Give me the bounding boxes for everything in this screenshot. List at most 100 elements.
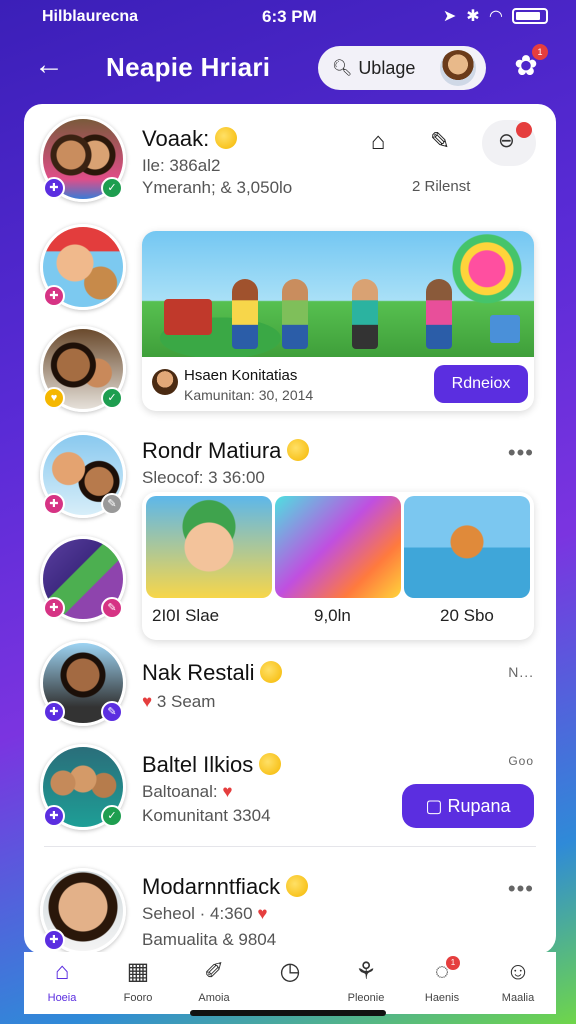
avatar: ✚ ✎: [40, 536, 126, 622]
avatar: ✚ ✎: [40, 432, 126, 518]
nav-home[interactable]: ⌂ Hoeia: [24, 952, 100, 1014]
avatar: ✚: [40, 224, 126, 310]
smiley-icon: [287, 439, 310, 461]
grid-icon: ▦: [126, 958, 150, 985]
item-name: Nak Restali: [142, 660, 255, 685]
more-options-icon[interactable]: •••: [508, 440, 534, 466]
nav-people[interactable]: ⚘ Pleonie: [328, 952, 404, 1014]
item-right-text: 2 Rilenst: [412, 178, 471, 195]
avatar: ♥ ✓: [40, 326, 126, 412]
avatar: ✚ ✓: [40, 116, 126, 202]
join-button[interactable]: ▢ Rupana: [402, 784, 534, 828]
badge-icon: ✚: [43, 929, 65, 951]
thumbnail-caption: 20 Sbo: [440, 606, 494, 625]
promo-figure: [352, 279, 378, 349]
promo-figure: [232, 279, 258, 349]
check-badge-icon: ✓: [101, 805, 123, 827]
nav-label: Hoeia: [47, 992, 77, 1004]
thumbnail-caption: 2I0I Slae: [152, 606, 220, 625]
smiley-icon: [215, 127, 238, 149]
nav-label: Amoia: [198, 992, 230, 1004]
promo-subtitle: Kamunitan: 30, 2014: [184, 387, 314, 403]
promo-avatar: [152, 369, 178, 395]
thumbnail-caption: 9,0ln: [314, 606, 351, 625]
settings-gear-icon[interactable]: ✿ 1: [508, 44, 548, 84]
avatar: ✚ ✓: [40, 744, 126, 830]
user-add-button[interactable]: ⊖: [482, 120, 536, 166]
graduation-cap-icon[interactable]: ✎: [420, 122, 460, 162]
heart-icon: ♥: [222, 782, 233, 801]
item-subtitle: Seheol · 4:360: [142, 904, 253, 923]
status-time: 6:3 PM: [262, 7, 317, 26]
more-options-icon[interactable]: •••: [508, 876, 534, 902]
nav-chat[interactable]: ◌ 1 Haenis: [404, 952, 480, 1014]
badge-icon: ✚: [43, 493, 65, 515]
more-options-text[interactable]: N...: [508, 664, 534, 680]
search-icon: 🔍︎: [332, 60, 353, 77]
bluetooth-icon: ✱: [466, 8, 480, 25]
status-icons: ➤ ✱ ◠: [443, 6, 548, 26]
smiley-icon: [260, 661, 283, 683]
search-pill[interactable]: 🔍︎ Ublage: [318, 46, 486, 90]
nav-clock[interactable]: ◷: [252, 952, 328, 1014]
notification-dot: 1: [446, 956, 460, 970]
nav-feed[interactable]: ▦ Fooro: [100, 952, 176, 1014]
search-text: Ublage: [358, 57, 416, 78]
wifi-icon: ◠: [489, 8, 502, 25]
badge-icon: ✚: [43, 177, 65, 199]
promo-card[interactable]: Hsaen Konitatias Kamunitan: 30, 2014 Rdn…: [142, 231, 534, 411]
item-name: Baltel Ilkios: [142, 752, 254, 777]
promo-figure: [426, 279, 452, 349]
item-subtitle: Sleocof: 3 36:00: [142, 468, 265, 487]
edit-badge-icon: ✎: [101, 597, 123, 619]
status-carrier: Hilblaurecna: [42, 8, 139, 25]
page-title: Neapie Hriari: [106, 52, 271, 82]
chat-icon: ◌: [434, 958, 450, 985]
badge-icon: ✚: [43, 597, 65, 619]
media-thumbnail[interactable]: [404, 496, 530, 598]
home-icon: ⌂: [54, 958, 70, 985]
battery-icon: [512, 8, 548, 24]
bottom-nav: ⌂ Hoeia ▦ Fooro ✐ Amoia ◷ ⚘ Pleonie ◌ 1 Haenis…: [24, 952, 556, 1014]
nav-media[interactable]: ✐ Amoia: [176, 952, 252, 1014]
location-icon: ➤: [442, 8, 457, 25]
status-bar: Hilblaurecna 6:3 PM ➤ ✱ ◠: [0, 0, 576, 34]
badge-icon: ✚: [43, 285, 65, 307]
promo-gift: [490, 315, 520, 343]
item-meta: Bamualita & 9804: [142, 930, 277, 949]
divider: [44, 846, 536, 847]
home-indicator: [190, 1010, 386, 1016]
user-icon: ☺: [505, 958, 531, 985]
smiley-icon: [286, 875, 309, 897]
avatar: ✚: [40, 868, 126, 954]
nav-profile[interactable]: ☺ Maalia: [480, 952, 556, 1014]
notification-dot: 1: [532, 44, 548, 60]
smiley-icon: [259, 753, 282, 775]
media-thumbnail[interactable]: [275, 496, 401, 598]
item-right-text: Goo: [508, 754, 534, 768]
promo-cta-button[interactable]: Rdneiox: [434, 365, 528, 403]
check-badge-icon: ✓: [101, 177, 123, 199]
nav-label: Fooro: [123, 992, 153, 1004]
profile-avatar[interactable]: [440, 50, 476, 86]
avatar: ✚ ✎: [40, 640, 126, 726]
plant-icon: ⚘: [355, 958, 377, 985]
item-meta: Ymeranh; & 3,050lo: [142, 178, 293, 197]
nav-label: Haenis: [424, 992, 460, 1004]
item-meta: Komunitant 3304: [142, 806, 271, 825]
promo-image: [142, 231, 534, 357]
list-item[interactable]: ✚ ✓ Voaak: Ile: 386al2 Ymeranh; & 3,050l…: [24, 104, 556, 214]
user-icon: ⊖: [498, 130, 515, 152]
edit-badge-icon: ✎: [101, 493, 123, 515]
badge-icon: ♥: [43, 387, 65, 409]
clock-icon: ◷: [279, 958, 301, 985]
media-thumbnail[interactable]: [146, 496, 272, 598]
join-button-label: Rupana: [447, 796, 511, 816]
rainbow-box-icon[interactable]: ⌂: [358, 122, 398, 162]
back-arrow-icon[interactable]: ←: [34, 48, 68, 82]
edit-badge-icon: ✎: [101, 701, 123, 723]
check-badge-icon: ✓: [101, 387, 123, 409]
heart-icon: ♥: [142, 692, 153, 711]
feed-card: ✚ ✓ Voaak: Ile: 386al2 Ymeranh; & 3,050l…: [24, 104, 556, 954]
nav-label: Pleonie: [347, 992, 385, 1004]
